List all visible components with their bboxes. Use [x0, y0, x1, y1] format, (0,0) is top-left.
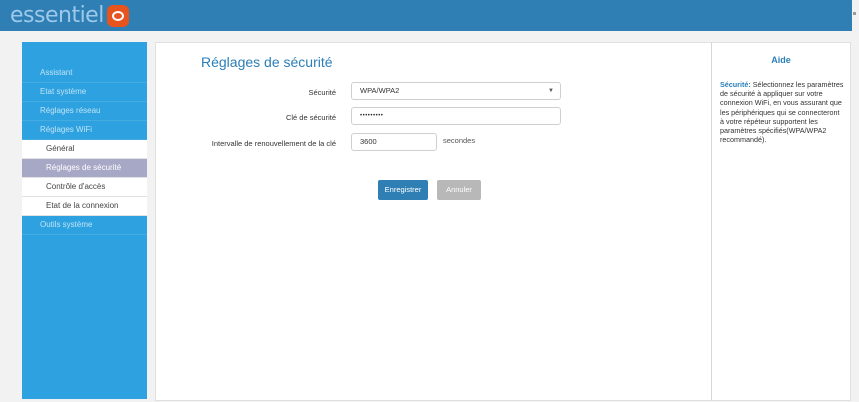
sidebar-item-assistant[interactable]: Assistant — [22, 64, 147, 83]
help-description: Sélectionnez les paramètres de sécurité … — [720, 80, 844, 145]
submenu-item-security-settings[interactable]: Réglages de sécurité — [22, 159, 147, 178]
sidebar-item-network-settings[interactable]: Réglages réseau — [22, 102, 147, 121]
help-panel: Aide Sécurité: Sélectionnez les paramètr… — [711, 42, 851, 401]
security-key-input[interactable]: ••••••••• — [351, 107, 561, 125]
page-title: Réglages de sécurité — [201, 54, 333, 70]
interval-unit: secondes — [443, 136, 476, 145]
sidebar-top-spacer — [22, 42, 147, 64]
brand-logo: essentiel — [10, 3, 129, 28]
security-key-label: Clé de sécurité — [285, 113, 336, 122]
sidebar-menu: Assistant Etat système Réglages réseau R… — [22, 42, 147, 399]
submenu-item-general[interactable]: Général — [22, 140, 147, 159]
chevron-down-icon: ▼ — [548, 88, 554, 94]
brand-logo-text: essentiel — [10, 3, 104, 28]
key-renewal-interval-input[interactable]: 3600 — [351, 133, 437, 151]
sidebar-item-system-tools[interactable]: Outils système — [22, 216, 147, 235]
save-button[interactable]: Enregistrer — [378, 180, 428, 200]
security-label: Sécurité — [308, 88, 336, 97]
help-term: Sécurité: — [720, 80, 751, 89]
help-text: Sécurité: Sélectionnez les paramètres de… — [720, 80, 844, 144]
key-renewal-interval-label: Intervalle de renouvellement de la clé — [211, 139, 336, 148]
top-header-bar: essentiel — [0, 0, 852, 31]
submenu-item-connection-status[interactable]: Etat de la connexion — [22, 197, 147, 216]
main-panel: Réglages de sécurité Sécurité WPA/WPA2 ▼… — [155, 42, 712, 401]
help-title: Aide — [771, 55, 791, 65]
brand-logo-icon — [106, 4, 129, 27]
submenu-item-access-control[interactable]: Contrôle d'accès — [22, 178, 147, 197]
scrollbar-marker[interactable] — [853, 12, 856, 15]
security-select-value: WPA/WPA2 — [360, 86, 400, 95]
sidebar-item-wifi-settings[interactable]: Réglages WiFi — [22, 121, 147, 140]
cancel-button[interactable]: Annuler — [437, 180, 481, 200]
sidebar-item-system-status[interactable]: Etat système — [22, 83, 147, 102]
security-select[interactable]: WPA/WPA2 ▼ — [351, 82, 561, 100]
